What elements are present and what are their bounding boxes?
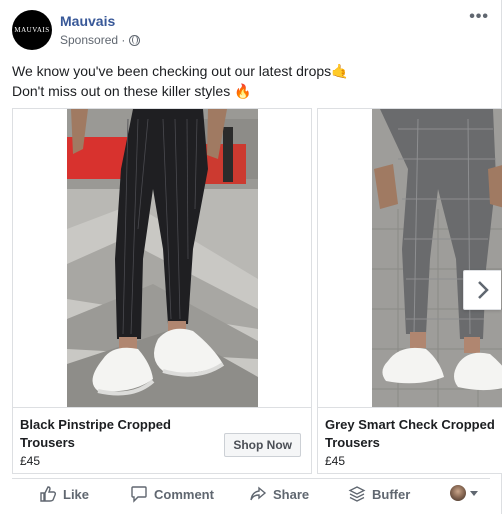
buffer-stack-icon (348, 486, 366, 502)
post-text: We know you've been checking out our lat… (12, 61, 349, 101)
page-avatar[interactable]: MAUVAIS (12, 10, 52, 50)
comment-button[interactable]: Comment (130, 485, 214, 503)
card-info[interactable]: Grey Smart Check Cropped Trousers £45 (318, 407, 502, 473)
share-icon (250, 486, 267, 501)
action-bar: Like Comment Share Buffer (12, 478, 490, 510)
avatar (450, 485, 466, 501)
sponsored-row: Sponsored · (60, 33, 141, 47)
product-title[interactable]: Grey Smart Check Cropped Trousers (325, 416, 495, 452)
avatar-logo-text: MAUVAIS (14, 26, 50, 34)
like-button[interactable]: Like (39, 485, 89, 503)
chevron-right-icon (477, 281, 489, 299)
product-price: £45 (325, 454, 346, 468)
like-label: Like (63, 486, 90, 502)
buffer-label: Buffer (372, 486, 411, 502)
product-title-line: Trousers (325, 435, 380, 450)
comment-label: Comment (154, 486, 214, 502)
post-text-line: Don't miss out on these killer styles 🔥 (12, 83, 252, 99)
card-info[interactable]: Black Pinstripe Cropped Trousers £45 Sho… (13, 407, 311, 473)
share-button[interactable]: Share (249, 485, 309, 503)
comment-icon (131, 486, 147, 503)
product-price: £45 (20, 454, 41, 468)
product-image-black-pinstripe[interactable] (13, 109, 311, 407)
buffer-button[interactable]: Buffer (348, 485, 410, 503)
product-title-line: Grey Smart Check Cropped (325, 417, 495, 432)
more-options-icon[interactable]: ••• (469, 8, 489, 26)
product-title-line: Trousers (20, 435, 75, 450)
carousel-card[interactable]: Black Pinstripe Cropped Trousers £45 Sho… (12, 108, 312, 474)
product-title-line: Black Pinstripe Cropped (20, 417, 171, 432)
sponsored-label[interactable]: Sponsored · (60, 33, 125, 47)
globe-icon (129, 34, 141, 46)
share-label: Share (273, 486, 310, 502)
product-image-grey-check[interactable] (318, 109, 502, 407)
page-name-link[interactable]: Mauvais (60, 13, 115, 29)
product-photo (318, 109, 502, 407)
thumbs-up-icon (40, 486, 57, 502)
product-photo (13, 109, 311, 407)
sponsored-post: MAUVAIS Mauvais Sponsored · ••• We know … (0, 0, 502, 514)
caret-down-icon (470, 490, 478, 496)
shop-now-button[interactable]: Shop Now (224, 433, 301, 457)
post-text-line: We know you've been checking out our lat… (12, 63, 349, 79)
carousel-next-button[interactable] (463, 270, 501, 310)
profile-switcher[interactable] (450, 485, 478, 501)
product-title[interactable]: Black Pinstripe Cropped Trousers (20, 416, 171, 452)
